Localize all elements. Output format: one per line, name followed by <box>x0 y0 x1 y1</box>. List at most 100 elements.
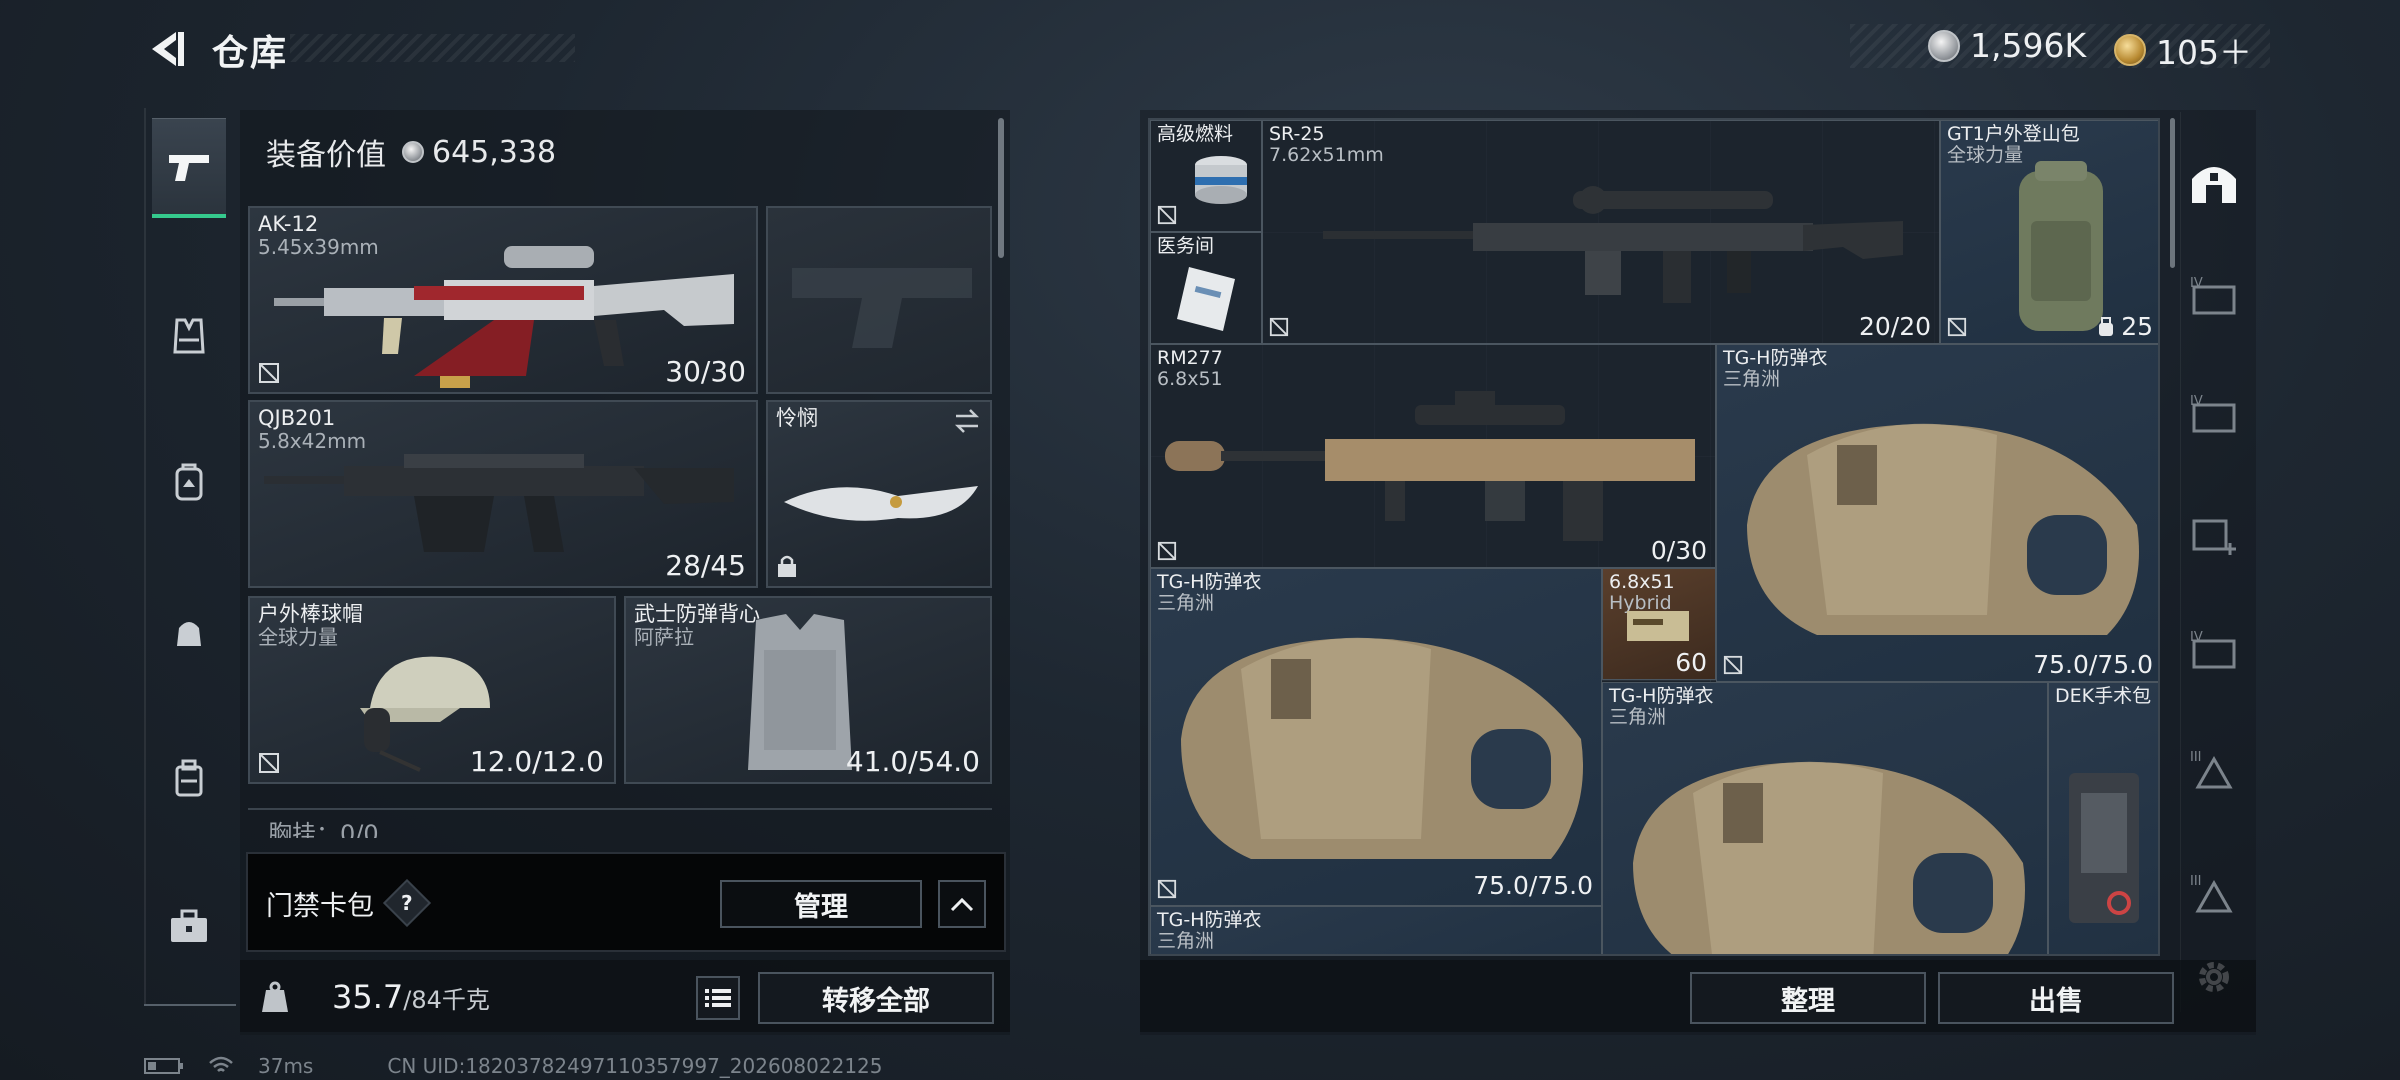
expand-button[interactable] <box>938 880 986 928</box>
tab-label: IV <box>2190 394 2203 409</box>
stash-item-medkit[interactable]: 医务间 <box>1150 232 1262 344</box>
equip-value-label: 装备价值 <box>266 138 386 173</box>
back-button[interactable] <box>142 26 188 72</box>
no-insure-icon <box>1157 879 1177 899</box>
sell-button[interactable]: 出售 <box>1938 972 2174 1024</box>
silver-coin-icon <box>402 141 424 163</box>
stash-item-backpack[interactable]: GT1户外登山包 全球力量 25 <box>1940 120 2158 344</box>
fuel-can-image <box>1195 156 1247 204</box>
pistol-placeholder-icon <box>792 268 972 348</box>
stash-tab-1[interactable]: IV <box>2182 262 2246 332</box>
durability: 41.0/54.0 <box>845 745 980 778</box>
gold-coin-icon <box>2114 34 2146 66</box>
stash-tab-2[interactable]: IV <box>2182 380 2246 450</box>
chevron-up-icon <box>950 897 974 912</box>
primary-weapon-slot[interactable]: AK-12 5.45x39mm 30/30 <box>248 206 758 394</box>
nav-pouch[interactable] <box>152 582 226 682</box>
silver-amount: 1,596K <box>1970 26 2087 65</box>
equipment-scrollbar[interactable] <box>998 118 1004 258</box>
capacity: 25 <box>2097 312 2153 341</box>
no-insure-icon <box>1269 317 1289 337</box>
stash-item-rm277[interactable]: RM277 6.8x51 0/30 <box>1150 344 1716 568</box>
durability: 12.0/12.0 <box>469 745 604 778</box>
stash-item-fuel[interactable]: 高级燃料 <box>1150 120 1262 232</box>
durability: 75.0/75.0 <box>1473 871 1593 900</box>
nav-backpack[interactable] <box>152 432 226 532</box>
gold-currency[interactable]: 105＋ <box>2114 26 2252 74</box>
item-sub: 阿萨拉 <box>634 625 694 649</box>
weight-current: 35.7 <box>332 978 404 1016</box>
keycard-label: 门禁卡包 <box>266 891 374 922</box>
item-name: 户外棒球帽 <box>258 602 363 626</box>
stash-tab-icon: IV <box>2190 394 2236 433</box>
helmet-slot[interactable]: 户外棒球帽 全球力量 12.0/12.0 <box>248 596 616 784</box>
ammo-count: 30/30 <box>665 355 746 388</box>
tgh-armor-image <box>1181 637 1583 859</box>
stash-item-armor-2[interactable]: TG-H防弹衣 三角洲 75.0/75.0 <box>1150 568 1602 906</box>
item-name: TG-H防弹衣 <box>1723 347 1828 369</box>
no-insure-icon <box>1947 317 1967 337</box>
stash-item-armor-4[interactable]: TG-H防弹衣 三角洲 <box>1150 906 1602 954</box>
stash-tab-add[interactable] <box>2182 500 2246 570</box>
ammo-box-image <box>1627 611 1689 641</box>
swap-icon[interactable] <box>952 408 982 434</box>
item-sub: 三角洲 <box>1609 706 1667 728</box>
item-sub: 三角洲 <box>1723 368 1781 390</box>
pistol-slot[interactable] <box>766 206 992 394</box>
armor-slot[interactable]: 武士防弹背心 阿萨拉 41.0/54.0 <box>624 596 992 784</box>
stash-item-armor-3[interactable]: TG-H防弹衣 三角洲 <box>1602 682 2048 954</box>
stash-tab-icon: IV <box>2190 630 2236 669</box>
stash-tab-4[interactable]: III <box>2182 736 2246 806</box>
item-name: 6.8x51 <box>1609 571 1675 593</box>
item-name: GT1户外登山包 <box>1947 123 2080 145</box>
nav-bag[interactable] <box>152 728 226 828</box>
durability: 75.0/75.0 <box>2033 650 2153 679</box>
item-name: TG-H防弹衣 <box>1157 571 1262 593</box>
stash-item-sr25[interactable]: SR-25 7.62x51mm 20/20 <box>1262 120 1940 344</box>
house-icon <box>2192 167 2236 203</box>
item-name: 高级燃料 <box>1157 123 1234 145</box>
item-name: QJB201 <box>258 406 336 430</box>
stash-item-armor-1[interactable]: TG-H防弹衣 三角洲 75.0/75.0 <box>1716 344 2158 682</box>
nav-rail <box>144 108 236 1006</box>
status-footer: 37ms CN UID:18203782497110357997_2026080… <box>144 1054 883 1078</box>
silver-coin-icon <box>1928 29 1960 62</box>
sr25-rifle-image <box>1323 186 1903 303</box>
backpack-capacity-icon <box>2099 316 2114 336</box>
stash-item-dek[interactable]: DEK手术包 <box>2048 682 2158 954</box>
stash-tab-icon: III <box>2190 750 2233 789</box>
list-icon <box>705 989 731 1007</box>
item-sub: 三角洲 <box>1157 930 1215 952</box>
item-name: TG-H防弹衣 <box>1157 909 1262 931</box>
pouch-icon <box>177 622 201 646</box>
gun-icon <box>169 154 209 181</box>
ammo-count: 28/45 <box>665 549 746 582</box>
tab-label: IV <box>2190 276 2203 291</box>
add-stash-icon <box>2192 519 2236 555</box>
knife-slot[interactable]: 怜悯 <box>766 400 992 588</box>
nav-vest[interactable] <box>152 286 226 386</box>
stash-tab-5[interactable]: III <box>2182 860 2246 930</box>
nav-toolbox[interactable] <box>152 876 226 976</box>
list-view-button[interactable] <box>696 976 740 1020</box>
transfer-all-button[interactable]: 转移全部 <box>758 972 994 1024</box>
armor-vest-image <box>748 614 852 770</box>
ping-value: 37ms <box>258 1054 314 1078</box>
stash-scrollbar[interactable] <box>2170 118 2175 268</box>
tgh-armor-image <box>1633 761 2025 954</box>
stash-tab-3[interactable]: IV <box>2182 616 2246 686</box>
stash-tab-all[interactable] <box>2182 146 2246 216</box>
back-arrow-icon <box>152 32 184 66</box>
equipment-value: 装备价值 645,338 <box>266 130 556 174</box>
item-name: SR-25 <box>1269 123 1325 145</box>
manage-button[interactable]: 管理 <box>720 880 922 928</box>
nav-weapons[interactable] <box>152 118 226 218</box>
chest-rig-row[interactable]: 胸挂：0/0 <box>248 808 992 838</box>
stash-item-ammo[interactable]: 6.8x51 Hybrid 60 <box>1602 568 1716 680</box>
silver-currency: 1,596K <box>1928 26 2086 65</box>
no-insure-icon <box>1723 655 1743 675</box>
no-insure-icon <box>259 753 279 773</box>
stash-tab-icon: IV <box>2190 276 2236 315</box>
secondary-weapon-slot[interactable]: QJB201 5.8x42mm 28/45 <box>248 400 758 588</box>
sort-button[interactable]: 整理 <box>1690 972 1926 1024</box>
